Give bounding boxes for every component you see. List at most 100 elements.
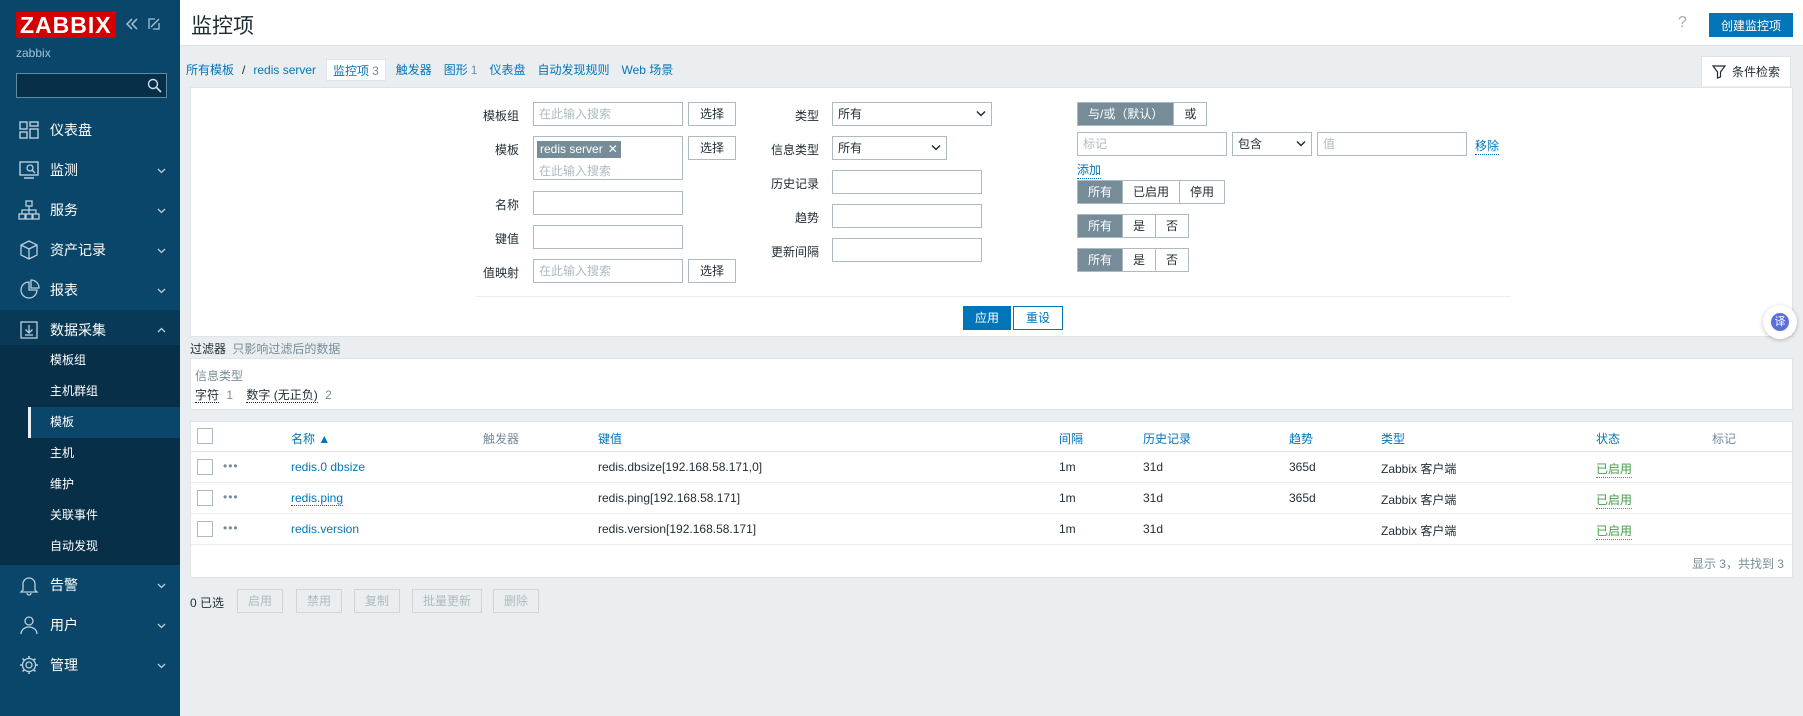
state-toggle[interactable]: 所有 已启用 停用	[1077, 180, 1226, 204]
menu-services[interactable]: 服务	[0, 190, 180, 230]
mass-copy-button[interactable]: 复制	[354, 589, 401, 613]
tab-graphs[interactable]: 图形 1	[438, 59, 484, 81]
column-header-trends[interactable]: 趋势	[1289, 430, 1313, 447]
inherited-all-option[interactable]: 所有	[1078, 249, 1124, 271]
tab-triggers[interactable]: 触发器	[390, 59, 438, 81]
value-map-select-button[interactable]: 选择	[688, 259, 736, 283]
apply-button[interactable]: 应用	[963, 306, 1012, 330]
info-type-select[interactable]: 所有	[832, 136, 947, 160]
submenu-host-groups[interactable]: 主机群组	[28, 376, 180, 407]
mass-delete-button[interactable]: 删除	[493, 589, 540, 613]
state-disabled-option[interactable]: 停用	[1180, 181, 1225, 203]
column-header-interval[interactable]: 间隔	[1059, 430, 1083, 447]
template-group-input[interactable]: 在此输入搜索	[533, 102, 683, 126]
zabbix-logo[interactable]: ZABBIX	[16, 12, 116, 38]
tab-discovery-rules[interactable]: 自动发现规则	[531, 59, 615, 81]
remove-chip-icon[interactable]: ✕	[608, 142, 618, 156]
type-select[interactable]: 所有	[832, 102, 992, 126]
filter-tab[interactable]: 条件检索	[1700, 56, 1791, 86]
select-all-checkbox[interactable]	[197, 428, 213, 444]
help-icon[interactable]: ?	[1678, 14, 1687, 32]
add-tag-link[interactable]: 添加	[1077, 161, 1102, 179]
tag-eval-toggle[interactable]: 与/或（默认） 或	[1077, 102, 1208, 126]
header-bar: 监控项 ? 创建监控项	[180, 0, 1803, 46]
tag-and-or-option[interactable]: 与/或（默认）	[1078, 103, 1175, 125]
more-actions-icon[interactable]: •••	[223, 459, 239, 473]
submenu-templates[interactable]: 模板	[28, 407, 180, 438]
kiosk-mode-icon[interactable]	[146, 16, 162, 32]
menu-reports[interactable]: 报表	[0, 270, 180, 310]
subfilter-count: 1	[226, 388, 234, 402]
key-input[interactable]	[533, 225, 683, 249]
template-chip[interactable]: redis server ✕	[537, 141, 621, 158]
breadcrumb-all-templates[interactable]: 所有模板	[180, 59, 240, 81]
template-group-select-button[interactable]: 选择	[688, 102, 736, 126]
item-status-toggle[interactable]: 已启用	[1596, 491, 1633, 509]
mass-enable-button[interactable]: 启用	[237, 589, 284, 613]
search-icon[interactable]	[147, 78, 162, 93]
column-header-name[interactable]: 名称 ▲	[291, 430, 330, 447]
trends-input[interactable]	[832, 204, 982, 228]
item-name-link[interactable]: redis.0 dbsize	[291, 460, 365, 474]
tab-items[interactable]: 监控项 3	[326, 58, 386, 81]
mass-disable-button[interactable]: 禁用	[296, 589, 343, 613]
submenu-discovery[interactable]: 自动发现	[28, 531, 180, 562]
triggers-all-option[interactable]: 所有	[1078, 215, 1124, 237]
create-item-button[interactable]: 创建监控项	[1709, 13, 1794, 37]
menu-users[interactable]: 用户	[0, 605, 180, 645]
more-actions-icon[interactable]: •••	[223, 521, 239, 535]
row-checkbox[interactable]	[197, 459, 213, 475]
menu-administration[interactable]: 管理	[0, 645, 180, 685]
breadcrumb-template[interactable]: redis server	[247, 59, 322, 81]
item-status-toggle[interactable]: 已启用	[1596, 460, 1633, 478]
subfilter-option-unsigned[interactable]: 数字 (无正负)	[246, 388, 318, 403]
item-status-toggle[interactable]: 已启用	[1596, 522, 1633, 540]
column-header-key[interactable]: 键值	[598, 430, 622, 447]
submenu-maintenance[interactable]: 维护	[28, 469, 180, 500]
subfilter-option-string[interactable]: 字符	[195, 388, 220, 403]
row-checkbox[interactable]	[197, 521, 213, 537]
column-header-history[interactable]: 历史记录	[1143, 430, 1191, 447]
tag-operator-select[interactable]: 包含	[1232, 132, 1312, 156]
triggers-toggle[interactable]: 所有 是 否	[1077, 214, 1190, 238]
sidebar-search-input[interactable]	[16, 73, 167, 98]
tag-or-option[interactable]: 或	[1174, 103, 1207, 125]
update-interval-input[interactable]	[832, 238, 982, 262]
column-header-status[interactable]: 状态	[1596, 430, 1620, 447]
tab-web-scenarios[interactable]: Web 场景	[616, 59, 680, 81]
menu-label: 服务	[50, 202, 78, 218]
inherited-no-option[interactable]: 否	[1156, 249, 1189, 271]
submenu-hosts[interactable]: 主机	[28, 438, 180, 469]
tag-value-input[interactable]: 值	[1317, 132, 1467, 156]
row-checkbox[interactable]	[197, 490, 213, 506]
menu-alerts[interactable]: 告警	[0, 565, 180, 605]
inherited-toggle[interactable]: 所有 是 否	[1077, 248, 1190, 272]
menu-inventory[interactable]: 资产记录	[0, 230, 180, 270]
collapse-sidebar-icon[interactable]	[124, 16, 140, 32]
submenu-event-correlation[interactable]: 关联事件	[28, 500, 180, 531]
template-select-button[interactable]: 选择	[688, 136, 736, 160]
inherited-yes-option[interactable]: 是	[1123, 249, 1157, 271]
menu-dashboard[interactable]: 仪表盘	[0, 110, 180, 150]
menu-monitoring[interactable]: 监测	[0, 150, 180, 190]
value-map-input[interactable]: 在此输入搜索	[533, 259, 683, 283]
history-input[interactable]	[832, 170, 982, 194]
triggers-no-option[interactable]: 否	[1156, 215, 1189, 237]
reset-button[interactable]: 重设	[1013, 306, 1064, 330]
tab-dashboards[interactable]: 仪表盘	[483, 59, 531, 81]
triggers-yes-option[interactable]: 是	[1123, 215, 1157, 237]
item-name-link[interactable]: redis.ping	[291, 491, 344, 506]
item-name-link[interactable]: redis.version	[291, 522, 359, 536]
menu-data-collection[interactable]: 数据采集	[0, 310, 180, 350]
submenu-template-groups[interactable]: 模板组	[28, 345, 180, 376]
column-header-type[interactable]: 类型	[1381, 430, 1405, 447]
menu-label: 资产记录	[50, 242, 106, 258]
state-all-option[interactable]: 所有	[1078, 181, 1124, 203]
more-actions-icon[interactable]: •••	[223, 490, 239, 504]
mass-update-button[interactable]: 批量更新	[412, 589, 483, 613]
remove-tag-link[interactable]: 移除	[1475, 137, 1500, 155]
name-input[interactable]	[533, 191, 683, 215]
translate-button[interactable]: 译	[1763, 305, 1797, 339]
state-enabled-option[interactable]: 已启用	[1123, 181, 1181, 203]
tag-name-input[interactable]: 标记	[1077, 132, 1227, 156]
